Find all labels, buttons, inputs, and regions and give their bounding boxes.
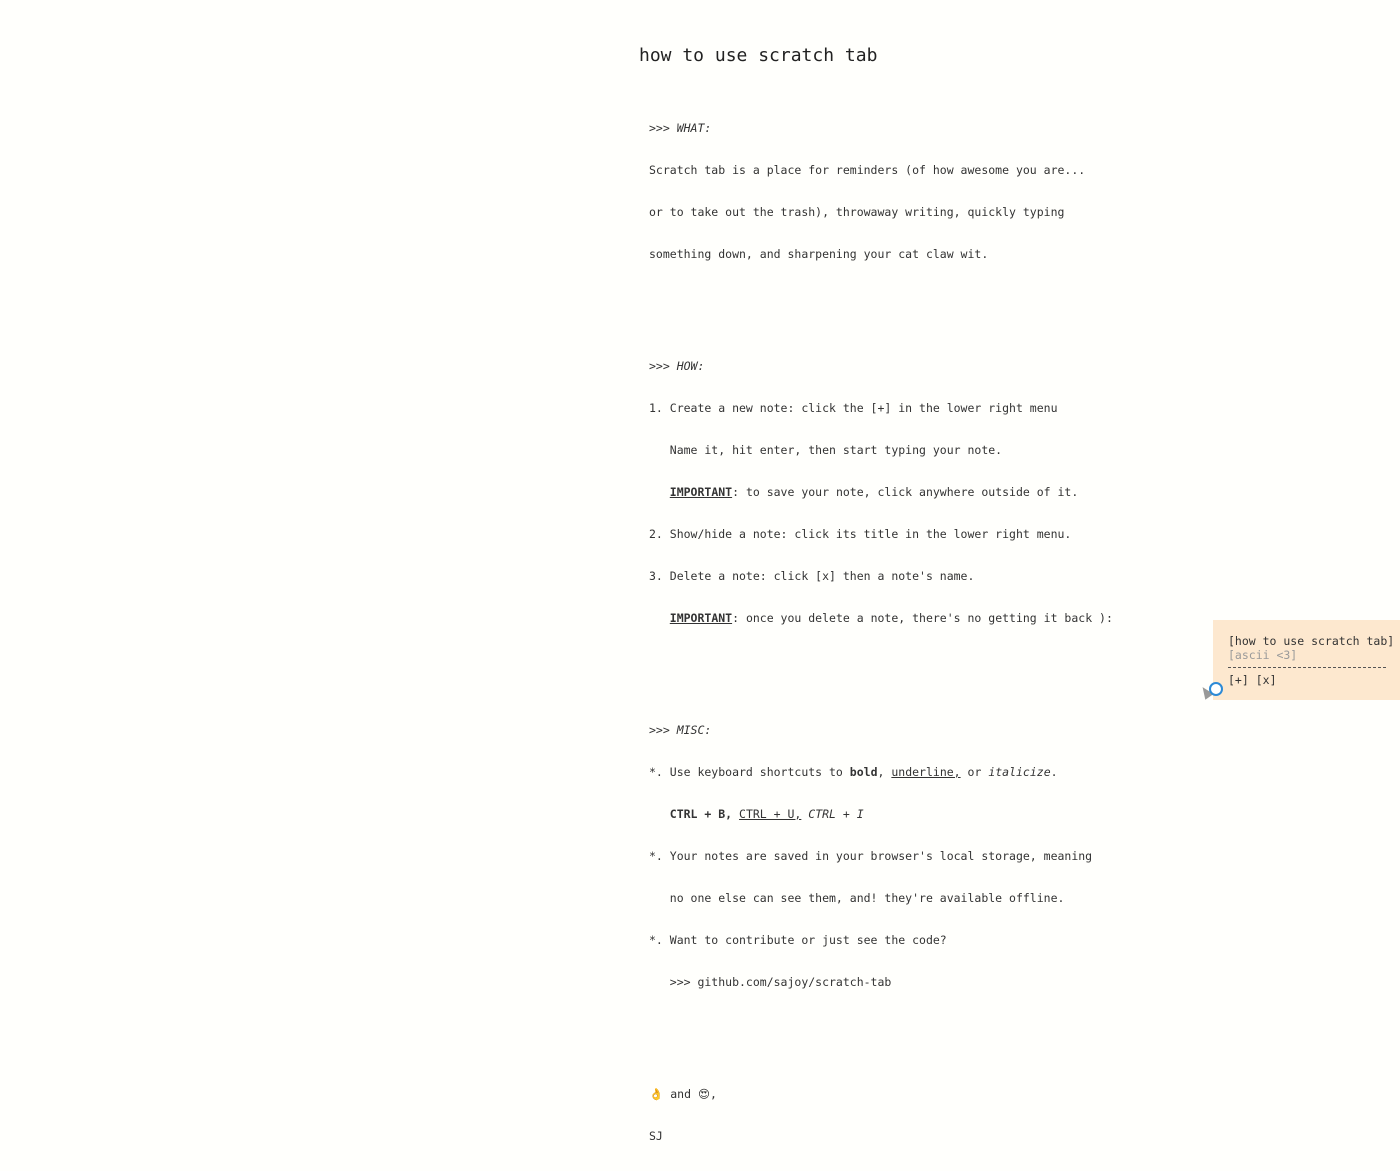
menu-item-how-to-use[interactable]: [how to use scratch tab] <box>1228 634 1400 648</box>
what-line-2: or to take out the trash), throwaway wri… <box>649 205 1065 219</box>
what-line-3: something down, and sharpening your cat … <box>649 247 989 261</box>
important-label: IMPORTANT <box>669 485 733 499</box>
important-label: IMPORTANT <box>669 611 733 625</box>
menu-divider <box>1228 667 1386 668</box>
signoff: 👌 and 😍, <box>649 1087 1199 1101</box>
important-text: : once you delete a note, there's no get… <box>732 611 1113 625</box>
shortcut-bold: CTRL + B, <box>669 807 733 821</box>
misc-item-1: *. Use keyboard shortcuts to bold, under… <box>649 765 1199 779</box>
italic-word: italicize <box>988 765 1051 779</box>
separator: or <box>960 765 989 779</box>
misc-item-2: *. Your notes are saved in your browser'… <box>649 849 1093 863</box>
how-step-1: 1. Create a new note: click the [+] in t… <box>649 401 1058 415</box>
section-misc-heading: >>> MISC: <box>649 723 712 737</box>
section-what-heading: >>> WHAT: <box>649 121 712 135</box>
misc-item-3: *. Want to contribute or just see the co… <box>649 933 947 947</box>
section-how-heading: >>> HOW: <box>649 359 705 373</box>
how-step-1-detail: Name it, hit enter, then start typing yo… <box>649 443 1003 457</box>
misc-item-2-detail: no one else can see them, and! they're a… <box>649 891 1065 905</box>
signoff-and: and <box>663 1087 698 1101</box>
how-step-2: 2. Show/hide a note: click its title in … <box>649 527 1072 541</box>
note-title[interactable]: how to use scratch tab <box>639 44 1199 68</box>
menu-actions: [+] [x] <box>1228 673 1400 687</box>
misc-item-1-text: *. Use keyboard shortcuts to <box>649 765 850 779</box>
heart-eyes-icon: 😍 <box>697 1087 710 1101</box>
how-step-3-important: IMPORTANT: once you delete a note, there… <box>649 611 1199 625</box>
shortcut-italic: CTRL + I <box>808 807 864 821</box>
delete-note-button[interactable]: [x] <box>1256 673 1277 687</box>
signoff-comma: , <box>709 1087 717 1101</box>
shortcut-underline: CTRL + U, <box>739 807 802 821</box>
how-step-3: 3. Delete a note: click [x] then a note'… <box>649 569 975 583</box>
menu-item-ascii[interactable]: [ascii <3] <box>1228 648 1400 662</box>
signature: SJ <box>649 1129 663 1143</box>
how-step-1-important: IMPORTANT: to save your note, click anyw… <box>649 485 1199 499</box>
misc-shortcuts: CTRL + B, CTRL + U, CTRL + I <box>649 807 1199 821</box>
add-note-button[interactable]: [+] <box>1228 673 1249 687</box>
github-link: >>> github.com/sajoy/scratch-tab <box>649 975 892 989</box>
cursor-indicator-icon <box>1209 682 1223 696</box>
note-panel: how to use scratch tab >>> WHAT: Scratch… <box>639 44 1199 1171</box>
notes-menu: [how to use scratch tab] [ascii <3] [+] … <box>1213 620 1400 700</box>
separator: , <box>877 765 892 779</box>
underline-word: underline, <box>891 765 961 779</box>
period: . <box>1050 765 1058 779</box>
ok-hand-icon: 👌 <box>649 1087 664 1101</box>
note-body[interactable]: >>> WHAT: Scratch tab is a place for rem… <box>639 93 1199 1171</box>
bold-word: bold <box>849 765 878 779</box>
important-text: : to save your note, click anywhere outs… <box>732 485 1079 499</box>
what-line-1: Scratch tab is a place for reminders (of… <box>649 163 1086 177</box>
